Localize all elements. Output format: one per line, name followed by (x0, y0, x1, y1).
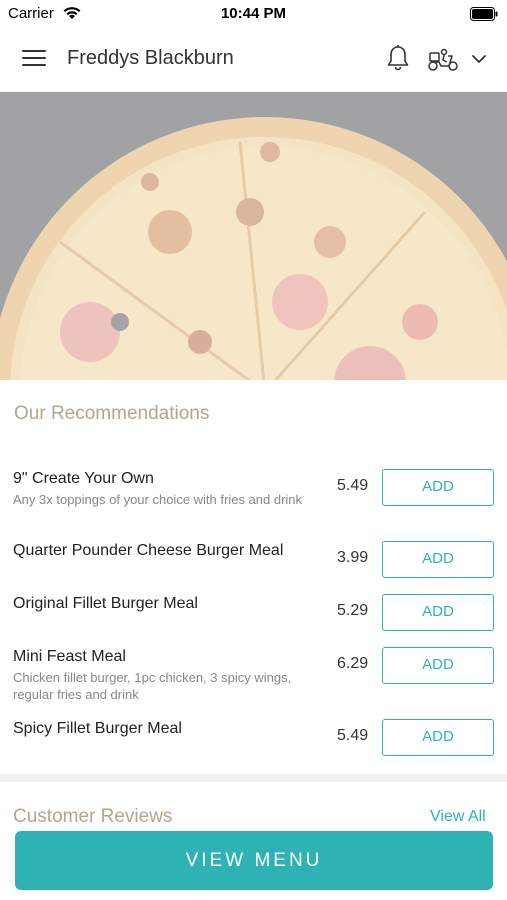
chevron-down-icon[interactable] (470, 50, 488, 68)
view-menu-button[interactable]: VIEW MENU (15, 831, 493, 890)
item-name: Mini Feast Meal (13, 648, 126, 665)
item-description: Chicken fillet burger, 1pc chicken, 3 sp… (13, 670, 292, 702)
hero-pizza-image (0, 92, 507, 380)
clock: 10:44 PM (220, 5, 287, 22)
item-name: Spicy Fillet Burger Meal (13, 720, 182, 737)
item-price: 5.29 (337, 602, 369, 619)
item-name: Original Fillet Burger Meal (13, 595, 198, 612)
item-price: 5.49 (337, 727, 369, 744)
view-all-reviews-link[interactable]: View All (430, 808, 486, 826)
add-button[interactable]: ADD (382, 541, 494, 578)
item-name: 9" Create Your Own (13, 470, 154, 487)
scooter-delivery-icon[interactable] (427, 46, 459, 72)
customer-reviews-heading: Customer Reviews (13, 806, 173, 827)
item-name: Quarter Pounder Cheese Burger Meal (13, 542, 284, 559)
restaurant-title: Freddys Blackburn (67, 47, 234, 69)
add-button[interactable]: ADD (382, 647, 494, 684)
bell-icon[interactable] (386, 44, 410, 72)
item-price: 5.49 (337, 477, 369, 494)
item-description: Any 3x toppings of your choice with frie… (13, 492, 303, 507)
navigation-bar: Freddys Blackburn (0, 28, 507, 92)
status-bar: Carrier 10:44 PM (0, 0, 507, 28)
add-button[interactable]: ADD (382, 719, 494, 756)
item-price: 3.99 (337, 549, 369, 566)
add-button[interactable]: ADD (382, 594, 494, 631)
section-divider (0, 774, 507, 782)
add-button[interactable]: ADD (382, 469, 494, 506)
hamburger-menu-icon[interactable] (22, 50, 46, 70)
battery-icon (470, 7, 498, 21)
item-price: 6.29 (337, 655, 369, 672)
recommendations-heading: Our Recommendations (14, 403, 210, 424)
